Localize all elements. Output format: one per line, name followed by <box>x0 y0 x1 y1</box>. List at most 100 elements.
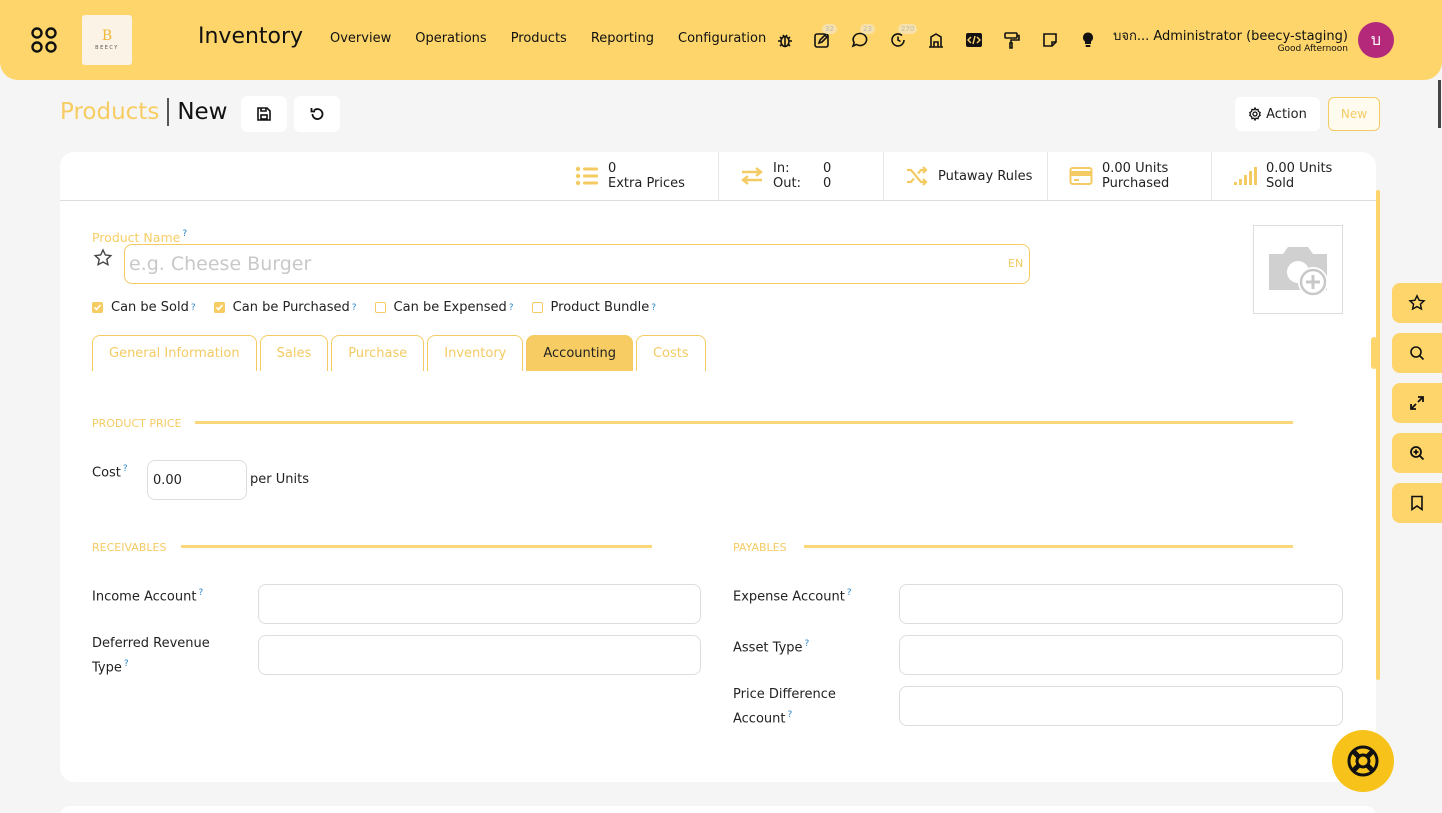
scrollbar-track[interactable] <box>1376 190 1380 680</box>
product-name-input[interactable] <box>124 244 1030 284</box>
tab-purchase[interactable]: Purchase <box>331 335 425 371</box>
extra-prices-button[interactable]: 0 Extra Prices <box>554 152 718 200</box>
favorites-tool[interactable] <box>1392 283 1442 323</box>
purchased-value: 0.00 Units <box>1102 161 1169 176</box>
main-menu: Overview Operations Products Reporting C… <box>330 31 790 46</box>
cost-label: Cost? <box>92 464 128 481</box>
product-options: Can be Sold? Can be Purchased? Can be Ex… <box>92 300 674 315</box>
user-name[interactable]: บจก... Administrator (beecy-staging) <box>1113 25 1348 46</box>
section-divider <box>804 545 1293 548</box>
language-button[interactable]: EN <box>1008 257 1023 270</box>
company-logo[interactable]: B BEECY <box>82 15 132 65</box>
out-label: Out: <box>773 176 801 191</box>
greeting-text: Good Afternoon <box>1277 44 1348 54</box>
tab-general-information[interactable]: General Information <box>92 335 257 371</box>
camera-plus-icon <box>1269 246 1328 297</box>
search-tool[interactable] <box>1392 333 1442 373</box>
sold-button[interactable]: 0.00 Units Sold <box>1211 152 1376 200</box>
tab-costs[interactable]: Costs <box>635 335 706 371</box>
bookmark-tool[interactable] <box>1392 483 1442 523</box>
list-icon <box>574 164 600 188</box>
activity-icon[interactable]: 32 <box>811 24 837 51</box>
can-be-purchased-checkbox[interactable]: Can be Purchased? <box>213 300 357 315</box>
zoom-in-icon <box>1410 446 1425 461</box>
messages-icon[interactable]: 23 <box>849 24 875 51</box>
expense-account-field[interactable] <box>899 584 1343 624</box>
zoom-tool[interactable] <box>1392 433 1442 473</box>
menu-item-reporting[interactable]: Reporting <box>591 31 654 46</box>
section-divider <box>195 421 1293 424</box>
breadcrumb-parent[interactable]: Products <box>60 99 159 125</box>
timesheet-badge: 270 <box>898 24 918 34</box>
expand-tool[interactable] <box>1392 383 1442 423</box>
income-account-label: Income Account? <box>92 588 204 605</box>
per-units-label: per Units <box>250 472 309 487</box>
breadcrumb-current: New <box>177 99 228 125</box>
search-icon <box>1410 346 1425 361</box>
discard-button[interactable] <box>294 96 340 132</box>
menu-item-products[interactable]: Products <box>511 31 567 46</box>
checkbox-checked[interactable] <box>92 302 103 313</box>
timesheet-icon[interactable]: 270 <box>887 24 918 51</box>
product-bundle-checkbox[interactable]: Product Bundle? <box>531 300 656 315</box>
can-be-expensed-checkbox[interactable]: Can be Expensed? <box>374 300 514 315</box>
bug-icon[interactable] <box>774 29 796 51</box>
tab-accounting[interactable]: Accounting <box>526 335 633 371</box>
support-lifebuoy-button[interactable] <box>1332 730 1394 792</box>
random-icon <box>904 164 930 188</box>
gear-icon <box>1249 107 1262 121</box>
company-switch-icon[interactable] <box>925 29 947 51</box>
app-title[interactable]: Inventory <box>198 24 303 49</box>
checkbox-checked[interactable] <box>213 302 225 313</box>
menu-item-operations[interactable]: Operations <box>415 31 486 46</box>
code-icon[interactable] <box>963 29 985 51</box>
action-button[interactable]: Action <box>1235 97 1320 131</box>
paint-roller-icon[interactable] <box>1001 29 1023 51</box>
sold-label: Sold <box>1266 176 1295 191</box>
note-icon[interactable] <box>1039 29 1061 51</box>
lightbulb-icon[interactable] <box>1077 29 1099 51</box>
tab-inventory[interactable]: Inventory <box>427 335 524 371</box>
can-be-sold-checkbox[interactable]: Can be Sold? <box>92 300 196 315</box>
sold-value: 0.00 Units <box>1266 161 1333 176</box>
in-out-button[interactable]: In: 0 Out: 0 <box>718 152 883 200</box>
cost-input[interactable]: 0.00 <box>147 460 247 500</box>
asset-type-label: Asset Type? <box>733 639 810 656</box>
extra-prices-label: Extra Prices <box>608 176 685 191</box>
exchange-icon <box>739 164 765 188</box>
new-button[interactable]: New <box>1328 97 1380 131</box>
save-button[interactable] <box>241 96 287 132</box>
price-difference-label: Price Difference Account? <box>733 687 836 727</box>
out-value: 0 <box>822 176 832 191</box>
in-label: In: <box>773 161 790 176</box>
deferred-revenue-field[interactable] <box>258 635 701 675</box>
putaway-label: Putaway Rules <box>938 168 1033 184</box>
putaway-rules-button[interactable]: Putaway Rules <box>883 152 1047 200</box>
income-account-field[interactable] <box>258 584 701 624</box>
asset-type-field[interactable] <box>899 635 1343 675</box>
apps-menu-icon[interactable] <box>30 26 58 54</box>
extra-prices-count: 0 <box>608 161 617 176</box>
messages-badge: 23 <box>860 24 875 34</box>
star-icon <box>1408 294 1426 311</box>
lifebuoy-icon <box>1347 745 1379 777</box>
menu-item-configuration[interactable]: Configuration <box>678 31 766 46</box>
help-icon[interactable]: ? <box>182 229 187 239</box>
tab-sales[interactable]: Sales <box>259 335 329 371</box>
activity-badge: 32 <box>822 24 837 34</box>
checkbox-unchecked[interactable] <box>531 302 543 313</box>
notebook-tabs: General Information Sales Purchase Inven… <box>92 335 709 371</box>
user-avatar[interactable]: บ <box>1358 22 1394 58</box>
action-label: Action <box>1266 106 1307 122</box>
top-navbar: B BEECY Inventory Overview Operations Pr… <box>0 0 1442 80</box>
scrollbar-thumb[interactable] <box>1371 337 1377 369</box>
price-difference-field[interactable] <box>899 686 1343 726</box>
menu-item-overview[interactable]: Overview <box>330 31 391 46</box>
purchased-button[interactable]: 0.00 Units Purchased <box>1047 152 1211 200</box>
smart-buttons: 0 Extra Prices In: 0 Out: 0 Putaway Rule… <box>60 152 1376 201</box>
favorite-star-icon[interactable] <box>93 248 113 268</box>
receivables-title: RECEIVABLES <box>92 541 167 554</box>
product-image-upload[interactable] <box>1253 225 1343 314</box>
expand-icon <box>1410 396 1424 410</box>
checkbox-unchecked[interactable] <box>374 302 386 313</box>
